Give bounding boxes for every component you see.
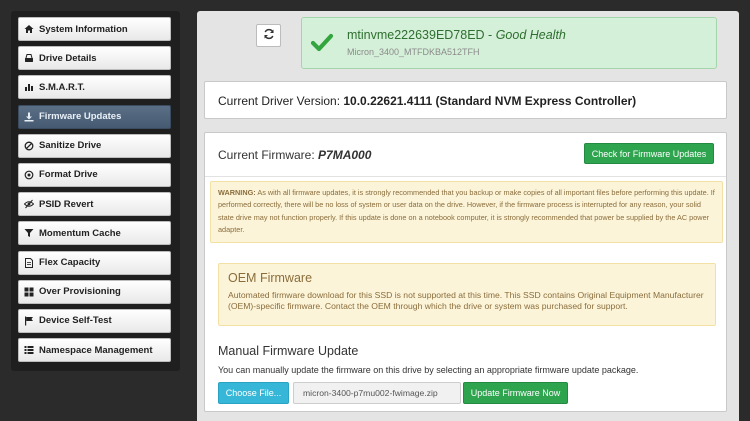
status-separator: - [484,28,496,42]
warning-alert: WARNING: As with all firmware updates, i… [210,181,723,243]
current-firmware-label: Current Firmware: [218,148,319,162]
sidebar-item-namespace-management[interactable]: Namespace Management [18,338,171,363]
drive-model: Micron_3400_MTFDKBA512TFH [347,47,480,57]
sidebar-item-firmware-updates[interactable]: Firmware Updates [18,104,171,129]
checkmark-icon [310,33,334,52]
sidebar-item-label: Over Provisioning [39,286,121,298]
sidebar-item-momentum-cache[interactable]: Momentum Cache [18,221,171,246]
sidebar-item-smart[interactable]: S.M.A.R.T. [18,75,171,100]
driver-version-label: Current Driver Version: [218,94,344,108]
sidebar-item-format-drive[interactable]: Format Drive [18,162,171,187]
warning-text: As with all firmware updates, it is stro… [218,188,715,234]
firmware-card: Current Firmware: P7MA000 Check for Firm… [204,132,727,412]
update-firmware-button[interactable]: Update Firmware Now [463,382,568,404]
sidebar-item-label: Namespace Management [39,344,153,356]
manual-update-title: Manual Firmware Update [218,344,359,358]
list-icon [24,345,34,355]
current-firmware: Current Firmware: P7MA000 [218,148,371,162]
sidebar-item-label: System Information [39,23,128,35]
health-status: Good Health [495,28,566,42]
sidebar-item-system-information[interactable]: System Information [18,17,171,41]
sidebar-item-flex-capacity[interactable]: Flex Capacity [18,250,171,275]
sidebar: System Information Drive Details S.M.A.R… [11,11,180,371]
sidebar-item-label: Format Drive [39,169,98,181]
sidebar-item-label: Flex Capacity [39,257,101,268]
sidebar-item-device-self-test[interactable]: Device Self-Test [18,308,171,333]
refresh-icon [263,27,275,45]
sidebar-item-label: Sanitize Drive [39,140,102,152]
download-icon [24,112,34,122]
sidebar-item-label: S.M.A.R.T. [39,81,85,93]
drive-icon [24,53,34,63]
sidebar-item-over-provisioning[interactable]: Over Provisioning [18,279,171,304]
home-icon [24,24,34,34]
manual-update-description: You can manually update the firmware on … [218,365,639,375]
target-icon [24,170,34,180]
driver-version-text: Current Driver Version: 10.0.22621.4111 … [218,94,636,108]
bar-chart-icon [24,82,34,92]
document-icon [24,257,34,268]
driver-version-card: Current Driver Version: 10.0.22621.4111 … [204,81,727,119]
sidebar-item-sanitize-drive[interactable]: Sanitize Drive [18,133,171,158]
main-panel: mtinvme222639ED78ED - Good Health Micron… [197,11,739,421]
selected-file-field[interactable]: micron-3400-p7mu002-fwimage.zip [293,382,461,404]
oem-firmware-title: OEM Firmware [228,271,313,285]
oem-firmware-alert: OEM Firmware Automated firmware download… [218,263,716,326]
choose-file-button[interactable]: Choose File... [218,382,289,404]
driver-version-value: 10.0.22621.4111 (Standard NVM Express Co… [343,94,637,108]
oem-firmware-text: Automated firmware download for this SSD… [228,290,704,311]
grid-icon [24,287,34,297]
drive-health-panel: mtinvme222639ED78ED - Good Health Micron… [301,17,717,69]
filter-icon [24,228,34,238]
sidebar-item-label: Drive Details [39,52,97,64]
sidebar-item-label: Momentum Cache [39,227,121,239]
drive-name: mtinvme222639ED78ED [347,28,485,42]
drive-name-status: mtinvme222639ED78ED - Good Health [347,28,566,42]
refresh-button[interactable] [256,24,281,47]
sidebar-item-drive-details[interactable]: Drive Details [18,46,171,71]
check-firmware-updates-button[interactable]: Check for Firmware Updates [584,143,714,164]
eye-slash-icon [24,199,34,209]
sidebar-item-label: PSID Revert [39,198,94,210]
warning-label: WARNING: [218,188,256,197]
sidebar-item-label: Device Self-Test [39,315,112,327]
flag-icon [24,316,34,326]
sidebar-item-psid-revert[interactable]: PSID Revert [18,192,171,217]
ban-icon [24,141,34,151]
divider [205,176,726,177]
sidebar-item-label: Firmware Updates [39,111,122,123]
current-firmware-value: P7MA000 [318,148,372,162]
